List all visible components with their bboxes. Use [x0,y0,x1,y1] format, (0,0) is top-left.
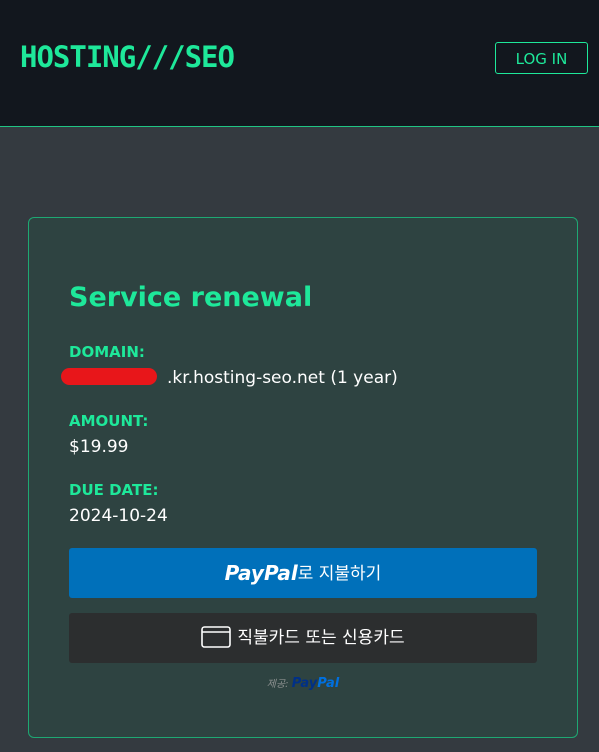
powered-by-paypal: 제공: PayPal [29,675,577,691]
domain-value-row: .kr.hosting-seo.net (1 year) [61,368,398,388]
due-date-label: DUE DATE: [69,481,159,499]
due-date-value: 2024-10-24 [69,506,168,526]
powered-by-label: 제공: [266,679,289,690]
login-button[interactable]: LOG IN [495,42,588,74]
credit-card-icon [201,618,232,668]
site-logo[interactable]: HOSTING///SEO [20,40,235,74]
debit-credit-card-button[interactable]: 직불카드 또는 신용카드 [69,613,537,663]
card-button-label: 직불카드 또는 신용카드 [237,628,405,648]
renewal-card: Service renewal DOMAIN: .kr.hosting-seo.… [28,217,578,738]
powered-paypal-logo-pay: Pay [291,676,318,691]
site-header: HOSTING///SEO LOG IN [0,0,599,127]
paypal-pay-button[interactable]: PayPal로 지불하기 [69,548,537,598]
domain-label: DOMAIN: [69,343,145,361]
redaction-mark [61,368,157,385]
amount-label: AMOUNT: [69,412,149,430]
paypal-logo: PayPal [224,561,298,585]
domain-value: .kr.hosting-seo.net (1 year) [167,368,398,388]
amount-value: $19.99 [69,437,129,457]
card-title: Service renewal [69,282,313,313]
paypal-pay-label: 로 지불하기 [297,564,382,584]
powered-paypal-logo-pal: Pal [317,676,340,691]
